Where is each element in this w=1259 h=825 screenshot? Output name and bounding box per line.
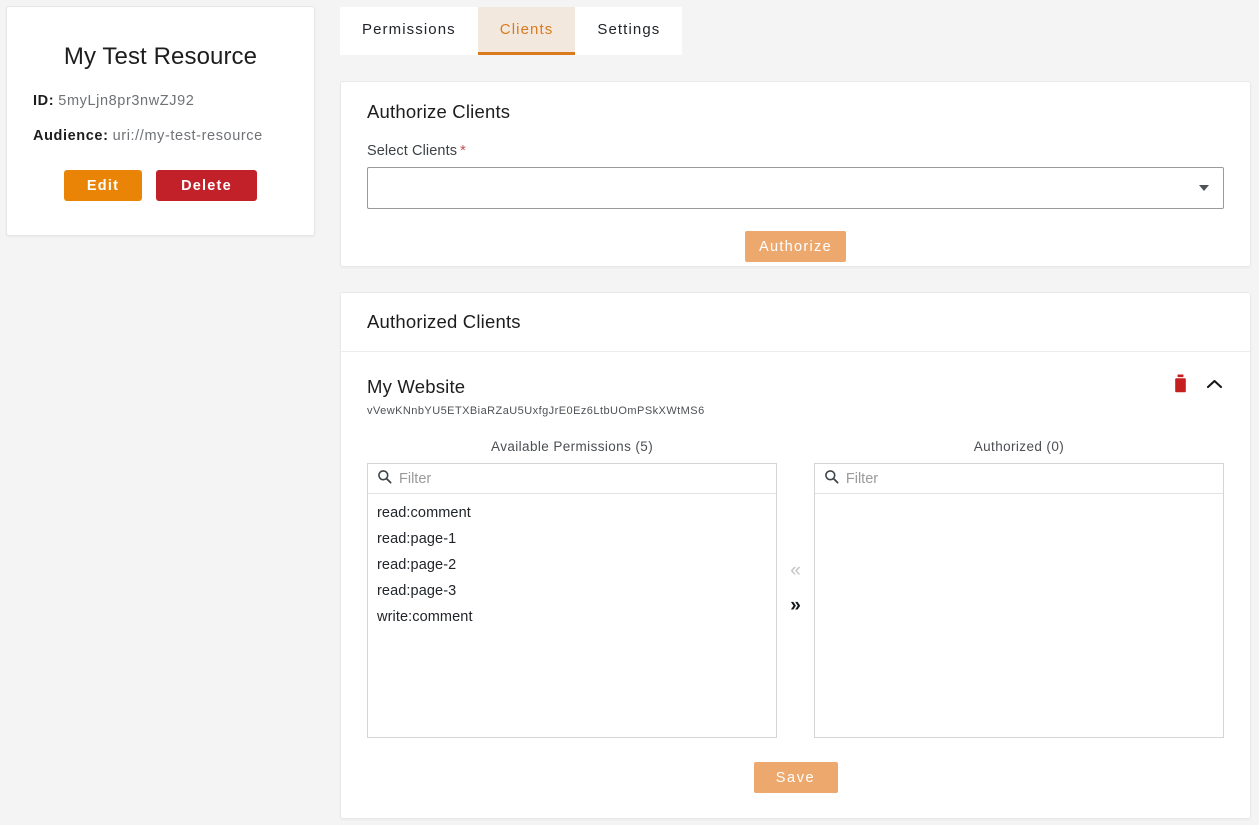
resource-id-row: ID: 5myLjn8pr3nwZJ92	[7, 93, 314, 109]
resource-audience-row: Audience: uri://my-test-resource	[7, 128, 314, 144]
authorize-clients-title: Authorize Clients	[367, 101, 1250, 123]
list-item[interactable]: read:comment	[368, 500, 776, 526]
authorized-clients-card: Authorized Clients My Website vVewKNnbYU…	[340, 292, 1251, 819]
list-item[interactable]: read:page-2	[368, 552, 776, 578]
delete-button[interactable]: Delete	[156, 170, 257, 201]
resource-id-value: 5myLjn8pr3nwZJ92	[58, 93, 194, 109]
chevron-down-icon	[1199, 185, 1209, 191]
trash-icon[interactable]	[1172, 374, 1189, 394]
permissions-dual-list: Available Permissions (5)	[367, 439, 1224, 738]
resource-actions: Edit Delete	[7, 170, 314, 201]
authorized-permissions-title: Authorized (0)	[814, 439, 1224, 454]
search-icon	[824, 469, 839, 489]
select-clients-dropdown[interactable]	[367, 167, 1224, 209]
tab-bar: Permissions Clients Settings	[340, 7, 682, 55]
move-right-button[interactable]: »	[790, 596, 801, 615]
resource-id-label: ID:	[33, 93, 54, 109]
resource-audience-value: uri://my-test-resource	[113, 128, 263, 144]
transfer-arrows: « »	[777, 439, 814, 615]
list-item[interactable]: write:comment	[368, 604, 776, 630]
available-permissions-pane: Available Permissions (5)	[367, 439, 777, 738]
select-clients-label: Select Clients*	[367, 143, 1250, 159]
authorized-clients-title: Authorized Clients	[367, 311, 521, 333]
select-clients-label-text: Select Clients	[367, 143, 457, 159]
list-item[interactable]: read:page-1	[368, 526, 776, 552]
tab-permissions[interactable]: Permissions	[340, 7, 478, 55]
client-id: vVewKNnbYU5ETXBiaRZaU5UxfgJrE0Ez6LtbUOmP…	[367, 405, 1224, 417]
page-title: My Test Resource	[7, 43, 314, 71]
search-icon	[377, 469, 392, 489]
save-button[interactable]: Save	[754, 762, 838, 793]
save-button-row: Save	[367, 738, 1224, 793]
authorized-permissions-box	[814, 463, 1224, 738]
authorized-filter-input[interactable]	[846, 471, 1214, 487]
authorize-button-row: Authorize	[341, 209, 1250, 262]
chevron-up-icon[interactable]	[1205, 377, 1224, 391]
available-permissions-box: read:comment read:page-1 read:page-2 rea…	[367, 463, 777, 738]
resource-summary-card: My Test Resource ID: 5myLjn8pr3nwZJ92 Au…	[6, 6, 315, 236]
authorize-button[interactable]: Authorize	[745, 231, 846, 262]
client-name: My Website	[367, 376, 1224, 398]
client-entry: My Website vVewKNnbYU5ETXBiaRZaU5UxfgJrE…	[341, 352, 1250, 793]
authorize-clients-card: Authorize Clients Select Clients* Author…	[340, 81, 1251, 267]
tab-settings[interactable]: Settings	[575, 7, 682, 55]
authorized-permissions-pane: Authorized (0)	[814, 439, 1224, 738]
app-root: My Test Resource ID: 5myLjn8pr3nwZJ92 Au…	[0, 0, 1259, 825]
edit-button[interactable]: Edit	[64, 170, 142, 201]
tab-clients[interactable]: Clients	[478, 7, 576, 55]
authorized-permissions-list	[815, 494, 1223, 737]
authorized-clients-header: Authorized Clients	[341, 293, 1250, 352]
available-filter-row	[368, 464, 776, 494]
move-left-button[interactable]: «	[790, 561, 801, 580]
available-permissions-title: Available Permissions (5)	[367, 439, 777, 454]
list-item[interactable]: read:page-3	[368, 578, 776, 604]
resource-audience-label: Audience:	[33, 128, 109, 144]
required-marker: *	[460, 143, 466, 159]
available-permissions-list: read:comment read:page-1 read:page-2 rea…	[368, 494, 776, 737]
authorized-filter-row	[815, 464, 1223, 494]
client-actions	[1172, 374, 1224, 394]
available-filter-input[interactable]	[399, 471, 767, 487]
